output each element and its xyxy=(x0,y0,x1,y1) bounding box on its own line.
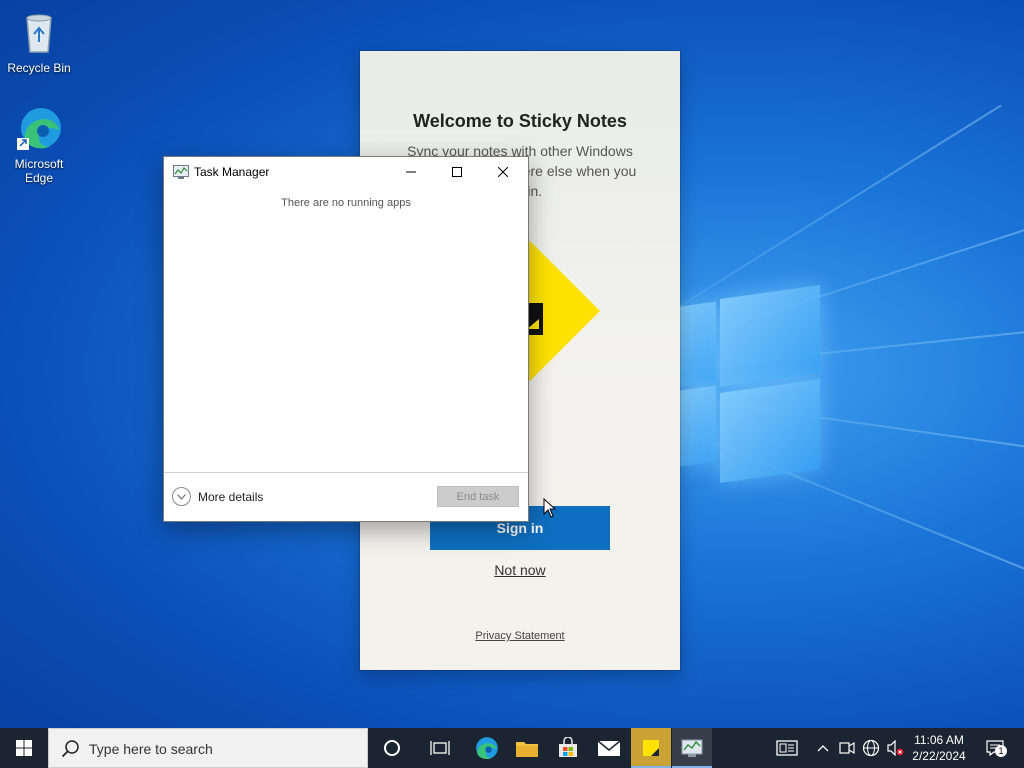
desktop-icon-label: Recycle Bin xyxy=(7,61,71,75)
window-title: Task Manager xyxy=(194,165,270,179)
end-task-button[interactable]: End task xyxy=(437,486,519,507)
taskbar-sticky-notes-button[interactable] xyxy=(631,728,671,768)
not-now-link[interactable]: Not now xyxy=(360,562,680,578)
edge-icon xyxy=(17,108,61,150)
chevron-up-icon xyxy=(817,745,829,752)
desktop-icon-label: Microsoft Edge xyxy=(14,157,64,185)
more-details-toggle[interactable]: More details xyxy=(172,487,263,506)
search-icon xyxy=(61,740,79,758)
taskbar-clock[interactable]: 11:06 AM 2/22/2024 xyxy=(905,732,973,764)
edge-icon xyxy=(476,737,498,760)
start-button[interactable] xyxy=(0,728,48,768)
show-hidden-icons-button[interactable] xyxy=(812,728,834,768)
volume-muted-icon xyxy=(887,740,904,756)
news-icon xyxy=(776,740,798,756)
minimize-icon xyxy=(406,171,416,173)
no-apps-message: There are no running apps xyxy=(281,197,411,209)
maximize-button[interactable] xyxy=(434,157,480,187)
chevron-down-icon xyxy=(172,487,191,506)
task-manager-app-icon xyxy=(173,165,189,179)
minimize-button[interactable] xyxy=(388,157,434,187)
taskbar: Type here to search 11:06 AM 2/22/2024 xyxy=(0,728,1024,768)
task-view-button[interactable] xyxy=(420,728,460,768)
file-explorer-button[interactable] xyxy=(507,728,547,768)
mail-icon xyxy=(597,740,621,756)
close-icon xyxy=(498,167,508,177)
windows-start-icon xyxy=(16,740,32,756)
desktop-icon-microsoft-edge[interactable]: Microsoft Edge xyxy=(2,104,76,185)
task-view-icon xyxy=(430,741,450,755)
search-placeholder: Type here to search xyxy=(89,741,213,757)
task-manager-window: Task Manager There are no running apps M… xyxy=(163,156,529,522)
mouse-cursor-icon xyxy=(543,498,557,518)
cortana-button[interactable] xyxy=(372,728,412,768)
maximize-icon xyxy=(452,167,462,177)
task-manager-footer: More details End task xyxy=(164,472,528,521)
recycle-bin-icon xyxy=(26,14,52,53)
notification-count-badge: 1 xyxy=(995,745,1007,757)
news-widget-button[interactable] xyxy=(772,728,802,768)
task-manager-icon xyxy=(681,739,703,757)
globe-icon xyxy=(862,739,880,757)
sticky-welcome-title: Welcome to Sticky Notes xyxy=(413,111,627,131)
meet-now-button[interactable] xyxy=(836,728,858,768)
microsoft-store-button[interactable] xyxy=(548,728,588,768)
cortana-icon xyxy=(384,740,400,756)
taskbar-task-manager-button[interactable] xyxy=(672,728,712,768)
taskbar-search-box[interactable]: Type here to search xyxy=(48,728,368,768)
mail-button[interactable] xyxy=(589,728,629,768)
close-button[interactable] xyxy=(480,157,526,187)
store-icon xyxy=(559,737,577,757)
volume-button[interactable] xyxy=(883,728,907,768)
clock-time: 11:06 AM xyxy=(914,733,964,747)
taskbar-edge-button[interactable] xyxy=(467,728,507,768)
network-button[interactable] xyxy=(859,728,883,768)
clock-date: 2/22/2024 xyxy=(912,749,966,763)
sticky-notes-icon xyxy=(643,740,659,756)
windows-logo-icon xyxy=(680,284,822,484)
desktop-icon-recycle-bin[interactable]: Recycle Bin xyxy=(2,8,76,75)
privacy-statement-link[interactable]: Privacy Statement xyxy=(360,630,680,642)
more-details-label: More details xyxy=(198,489,264,504)
camera-icon xyxy=(839,741,855,755)
task-manager-titlebar[interactable]: Task Manager xyxy=(164,157,528,187)
file-explorer-icon xyxy=(516,742,538,757)
